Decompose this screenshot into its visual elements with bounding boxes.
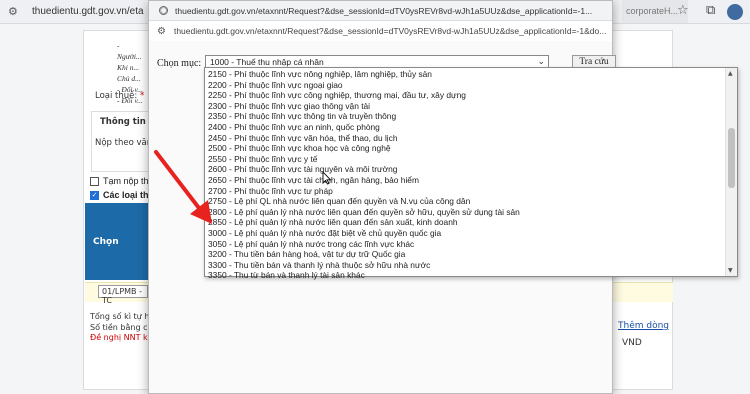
dropdown-option[interactable]: 2700 - Phí thuộc lĩnh vực tư pháp (205, 186, 725, 197)
dropdown-option[interactable]: 2650 - Phí thuộc lĩnh vực tài chính, ngâ… (205, 175, 725, 186)
dropdown-option[interactable]: 2200 - Phí thuộc lĩnh vực ngoại giao (205, 80, 725, 91)
dropdown-option[interactable]: 2750 - Lệ phí QL nhà nước liên quan đến … (205, 196, 725, 207)
required-mark: * (139, 91, 145, 101)
popup-urlbar: ⚙ thuedientu.gdt.gov.vn/etaxnnt/Request?… (149, 21, 612, 41)
provisional-pay-checkbox[interactable]: Tạm nộp thu (90, 176, 154, 186)
dropdown-option[interactable]: 2300 - Phí thuộc lĩnh vực giao thông vận… (205, 101, 725, 112)
list-item: - (117, 41, 120, 50)
dropdown-option[interactable]: 3000 - Lệ phí quản lý nhà nước đặt biệt … (205, 228, 725, 239)
scroll-up-icon[interactable]: ▲ (728, 70, 733, 77)
warning-text: Đề nghị NNT kiể (90, 333, 155, 342)
dropdown-list[interactable]: 2150 - Phí thuộc lĩnh vực nông nghiệp, l… (204, 67, 738, 280)
code-input[interactable]: 01/LPMB - TC (98, 285, 148, 305)
dropdown-option[interactable]: 2600 - Phí thuộc lĩnh vực tài nguyên và … (205, 164, 725, 175)
checkbox[interactable] (90, 176, 99, 186)
avatar[interactable] (727, 4, 743, 20)
select-section-label: Chọn mục: (157, 58, 202, 69)
chevron-down-icon[interactable]: ⌄ (537, 56, 545, 67)
popup-title: thuedientu.gdt.gov.vn/etaxnnt/Request?&d… (175, 5, 593, 16)
dropdown-option[interactable]: 3200 - Thu tiền bán hàng hoá, vật tư dự … (205, 249, 725, 260)
list-item: Người... (117, 52, 142, 61)
popup-titlebar: ◯ thuedientu.gdt.gov.vn/etaxnnt/Request?… (149, 1, 612, 21)
extensions-icon[interactable]: ⧉ (706, 3, 715, 18)
popup-url[interactable]: thuedientu.gdt.gov.vn/etaxnnt/Request?&d… (174, 26, 606, 36)
add-row-link[interactable]: Thêm dòng (618, 321, 669, 331)
red-arrow-icon (154, 150, 212, 224)
mouse-cursor-icon (322, 171, 332, 185)
dropdown-option[interactable]: 3300 - Thu tiền bán và thanh lý nhà thuộ… (205, 260, 725, 271)
dropdown-option[interactable]: 3350 - Thu từ bán và thanh lý tài sản kh… (205, 270, 725, 281)
site-info-icon[interactable]: ⚙ (8, 5, 18, 18)
dropdown-option[interactable]: 2150 - Phí thuộc lĩnh vực nông nghiệp, l… (205, 69, 725, 80)
dropdown-scrollbar[interactable]: ▲ ▼ (725, 68, 737, 276)
dropdown-option[interactable]: 2250 - Phí thuộc lĩnh vực công nghiệp, t… (205, 90, 725, 101)
dropdown-option[interactable]: 2450 - Phí thuộc lĩnh vực văn hóa, thể t… (205, 133, 725, 144)
dropdown-option[interactable]: 3050 - Lệ phí quản lý nhà nước trong các… (205, 239, 725, 250)
globe-icon: ◯ (159, 6, 168, 15)
site-settings-icon[interactable]: ⚙ (157, 26, 166, 37)
dropdown-option[interactable]: 2500 - Phí thuộc lĩnh vực khoa học và cô… (205, 143, 725, 154)
checkbox-checked[interactable]: ✓ (90, 190, 99, 200)
bookmark-star-icon[interactable]: ☆ (677, 3, 689, 18)
dropdown-option[interactable]: 2350 - Phí thuộc lĩnh vực thông tin và t… (205, 111, 725, 122)
dropdown-options: 2150 - Phí thuộc lĩnh vực nông nghiệp, l… (205, 69, 725, 281)
selected-value: 1000 - Thuế thu nhập cá nhân (210, 57, 324, 67)
dropdown-option[interactable]: 2400 - Phí thuộc lĩnh vực an ninh, quốc … (205, 122, 725, 133)
tax-type-label: Loại thuế: * (95, 91, 145, 101)
scroll-thumb[interactable] (728, 128, 735, 188)
dropdown-option[interactable]: 2850 - Lệ phí quản lý nhà nước liên quan… (205, 217, 725, 228)
dropdown-option[interactable]: 2800 - Lệ phí quản lý nhà nước liên quan… (205, 207, 725, 218)
address-bar[interactable]: thuedientu.gdt.gov.vn/eta (32, 6, 144, 17)
list-item: Khi n... (117, 63, 140, 72)
list-item: Chủ d... (117, 74, 141, 83)
currency-label: VND (622, 338, 642, 348)
scroll-down-icon[interactable]: ▼ (728, 267, 733, 274)
dropdown-option[interactable]: 2550 - Phí thuộc lĩnh vực y tế (205, 154, 725, 165)
total-periods-text: Tổng số kì tự hiệ (90, 312, 157, 321)
